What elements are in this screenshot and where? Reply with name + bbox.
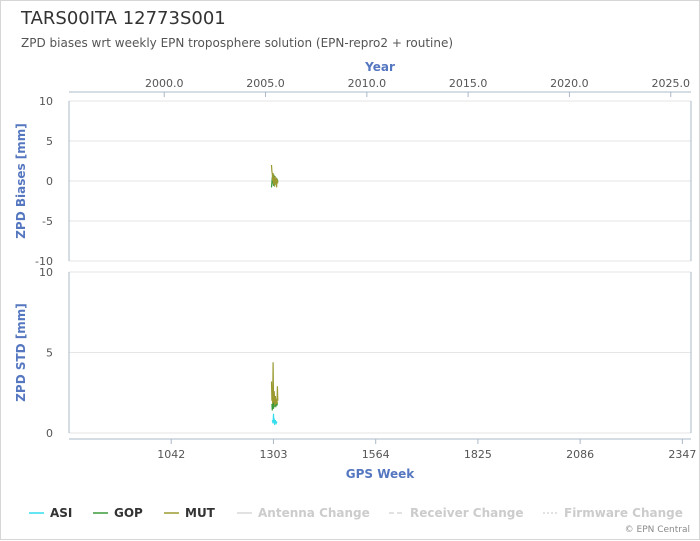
top-axis-tick-label: 2010.0 <box>348 77 387 90</box>
bottom-axis-tick-label: 1303 <box>259 448 287 461</box>
y-tick-label: 0 <box>46 427 53 440</box>
y-tick-label: 5 <box>46 347 53 360</box>
legend-item-label[interactable]: MUT <box>185 506 216 520</box>
legend-item-label[interactable]: Firmware Change <box>564 506 683 520</box>
bottom-axis-tick-label: 2086 <box>566 448 594 461</box>
y-tick-label: 0 <box>46 175 53 188</box>
legend-item-label[interactable]: ASI <box>50 506 72 520</box>
top-axis-tick-label: 2005.0 <box>246 77 285 90</box>
bottom-axis-tick-label: 1042 <box>157 448 185 461</box>
y-tick-label: 10 <box>39 266 53 279</box>
chart-plot: 2000.0 2005.0 2010.0 2015.0 2020.0 2025.0 Year… <box>14 60 696 520</box>
y-tick-label: 5 <box>46 135 53 148</box>
legend-item-label[interactable]: GOP <box>114 506 143 520</box>
top-axis-tick-label: 2025.0 <box>651 77 690 90</box>
top-axis-title: Year <box>364 60 395 74</box>
bottom-axis-tick-label: 2347 <box>668 448 696 461</box>
bottom-axis-tick-label: 1825 <box>464 448 492 461</box>
series-line-mut <box>270 362 279 406</box>
series-line-asi <box>271 413 278 426</box>
series-line-mut <box>270 164 279 188</box>
y-axis-title: ZPD STD [mm] <box>14 303 28 402</box>
legend-item-label[interactable]: Antenna Change <box>258 506 370 520</box>
y-tick-label: -5 <box>42 215 53 228</box>
chart-container: TARS00ITA 12773S001 ZPD biases wrt weekl… <box>0 0 700 540</box>
bottom-axis-tick-label: 1564 <box>362 448 390 461</box>
y-axis-title: ZPD Biases [mm] <box>14 123 28 239</box>
top-axis-tick-label: 2000.0 <box>145 77 184 90</box>
y-tick-label: 10 <box>39 95 53 108</box>
legend-item-label[interactable]: Receiver Change <box>410 506 524 520</box>
bottom-axis-title: GPS Week <box>346 467 416 481</box>
credit-link[interactable]: © EPN Central <box>625 525 690 535</box>
top-axis-tick-label: 2015.0 <box>449 77 488 90</box>
top-axis-tick-label: 2020.0 <box>550 77 589 90</box>
